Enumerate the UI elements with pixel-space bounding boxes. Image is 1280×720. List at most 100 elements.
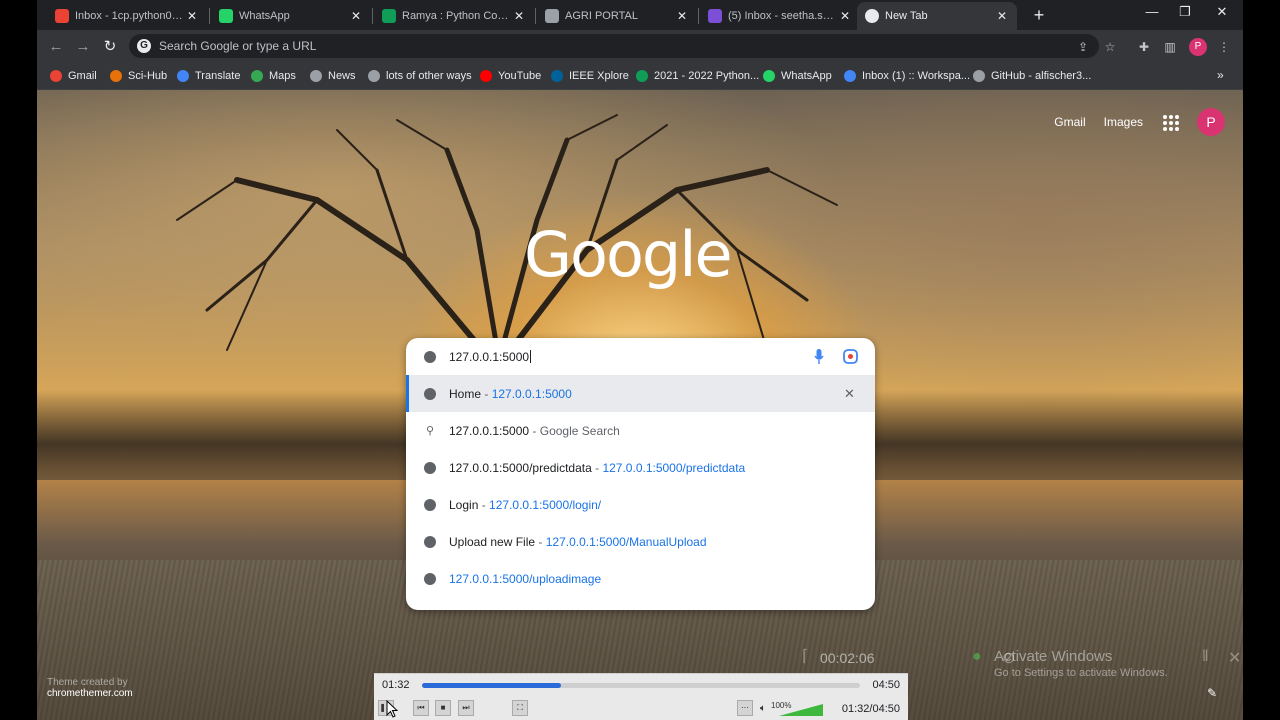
reload-icon[interactable]: ↻ bbox=[99, 36, 121, 58]
playlist-button[interactable]: ⋯ bbox=[737, 700, 753, 716]
media-player-controls: 01:32 04:50 ❚❚ ⏮ ■ ⏭ ⛶ ⋯ 🔈︎ 100% 01:32/0… bbox=[374, 673, 908, 720]
address-bar[interactable]: G Search Google or type a URL bbox=[129, 34, 1099, 58]
close-icon[interactable]: ✕ bbox=[838, 9, 852, 23]
bookmark-python-sheet[interactable]: 2021 - 2022 Python... bbox=[636, 68, 759, 84]
new-tab-page: Gmail Images P Google 127.0.0.1:5000 Hom… bbox=[37, 90, 1243, 720]
bookmark-news[interactable]: News bbox=[310, 68, 356, 84]
google-icon: G bbox=[137, 39, 151, 53]
bookmark-star-icon[interactable]: ☆ bbox=[1101, 38, 1119, 56]
new-tab-button[interactable]: + bbox=[1027, 4, 1051, 26]
close-icon[interactable]: ✕ bbox=[349, 9, 363, 23]
forward-icon[interactable]: → bbox=[72, 36, 94, 58]
tab-separator bbox=[372, 8, 373, 24]
ieee-icon bbox=[551, 70, 563, 82]
theme-credit: Theme created by chromethemer.com bbox=[47, 677, 133, 699]
volume-slider[interactable] bbox=[779, 704, 823, 716]
tab-title: (5) Inbox - seetha.s@di bbox=[728, 10, 838, 22]
ntp-header-links: Gmail Images P bbox=[1054, 108, 1225, 136]
bookmark-inbox-workspace[interactable]: Inbox (1) :: Workspa... bbox=[844, 68, 970, 84]
suggestion-url: 127.0.0.1:5000/uploadimage bbox=[449, 571, 602, 586]
tab-title: New Tab bbox=[885, 10, 928, 22]
bookmark-label: 2021 - 2022 Python... bbox=[654, 70, 760, 82]
gmail-icon bbox=[50, 70, 62, 82]
bookmark-sci-hub[interactable]: Sci-Hub bbox=[110, 68, 167, 84]
close-icon[interactable]: ✕ bbox=[185, 9, 199, 23]
suggestion-google-search[interactable]: ⚲ 127.0.0.1:5000 - Google Search bbox=[406, 412, 875, 449]
total-time: 04:50 bbox=[872, 679, 900, 691]
watermark-title: Activate Windows bbox=[994, 648, 1113, 665]
google-lens-icon[interactable] bbox=[843, 349, 858, 364]
tab-4[interactable]: (5) Inbox - seetha.s@di ✕ bbox=[700, 2, 860, 30]
images-link[interactable]: Images bbox=[1104, 115, 1143, 129]
pause-overlay-icon: ‖ bbox=[1202, 648, 1209, 665]
globe-icon bbox=[424, 350, 436, 363]
restore-icon[interactable]: ❐ bbox=[1170, 4, 1200, 20]
bookmark-ieee-xplore[interactable]: IEEE Xplore bbox=[551, 68, 629, 84]
bookmark-lots-of-other-ways[interactable]: lots of other ways bbox=[368, 68, 472, 84]
previous-button[interactable]: ⏮ bbox=[413, 700, 429, 716]
theme-credit-link[interactable]: chromethemer.com bbox=[47, 688, 133, 699]
tab-title: AGRI PORTAL bbox=[565, 10, 638, 22]
youtube-icon bbox=[480, 70, 492, 82]
customize-pencil-icon[interactable]: ✎ bbox=[1207, 686, 1221, 700]
tab-3[interactable]: AGRI PORTAL ✕ bbox=[537, 2, 697, 30]
tab-1[interactable]: WhatsApp ✕ bbox=[211, 2, 371, 30]
tab-2[interactable]: Ramya : Python Comm ✕ bbox=[374, 2, 534, 30]
recorder-time: 00:02:06 bbox=[820, 650, 875, 666]
bookmark-github[interactable]: GitHub - alfischer3... bbox=[973, 68, 1091, 84]
bookmark-translate[interactable]: Translate bbox=[177, 68, 240, 84]
close-icon[interactable]: ✕ bbox=[512, 9, 526, 23]
microphone-icon[interactable] bbox=[814, 349, 824, 365]
close-icon[interactable]: ✕ bbox=[675, 9, 689, 23]
address-bar-placeholder: Search Google or type a URL bbox=[159, 39, 317, 53]
extensions-icon[interactable]: ✚ bbox=[1135, 38, 1153, 56]
watermark-subtitle: Go to Settings to activate Windows. bbox=[994, 667, 1168, 679]
suggestion-url: 127.0.0.1:5000/login/ bbox=[489, 497, 602, 512]
bookmark-label: Inbox (1) :: Workspa... bbox=[862, 70, 971, 82]
tab-0[interactable]: Inbox - 1cp.python02@ ✕ bbox=[47, 2, 207, 30]
bookmarks-bar: Gmail Sci-Hub Translate Maps News lots o… bbox=[37, 62, 1243, 90]
mic-overlay-icon: ● bbox=[972, 648, 982, 665]
globe-icon bbox=[368, 70, 380, 82]
suggestion-home[interactable]: Home - 127.0.0.1:5000 ✕ bbox=[406, 375, 875, 412]
gmail-link[interactable]: Gmail bbox=[1054, 115, 1085, 129]
github-icon bbox=[973, 70, 985, 82]
globe-icon bbox=[424, 535, 436, 548]
bookmark-gmail[interactable]: Gmail bbox=[50, 68, 97, 84]
window-close-icon[interactable]: ✕ bbox=[1207, 4, 1237, 20]
search-suggestions-dropdown: 127.0.0.1:5000 Home - 127.0.0.1:5000 ✕ ⚲ bbox=[406, 338, 875, 610]
fullscreen-button[interactable]: ⛶ bbox=[512, 700, 528, 716]
menu-kebab-icon[interactable]: ⋮ bbox=[1215, 38, 1233, 56]
suggestion-predictdata[interactable]: 127.0.0.1:5000/predictdata - 127.0.0.1:5… bbox=[406, 449, 875, 486]
minimize-icon[interactable]: — bbox=[1137, 4, 1167, 19]
suggestion-uploadimage[interactable]: 127.0.0.1:5000/uploadimage bbox=[406, 560, 875, 597]
bookmark-whatsapp[interactable]: WhatsApp bbox=[763, 68, 832, 84]
close-icon[interactable]: ✕ bbox=[995, 9, 1009, 23]
tab-title: Ramya : Python Comm bbox=[402, 10, 512, 22]
globe-icon bbox=[424, 572, 436, 585]
seek-bar[interactable] bbox=[422, 683, 860, 688]
share-icon[interactable]: ⇪ bbox=[1074, 38, 1092, 56]
profile-avatar[interactable]: P bbox=[1189, 38, 1207, 56]
globe-icon bbox=[424, 498, 436, 511]
bookmark-maps[interactable]: Maps bbox=[251, 68, 296, 84]
chevron-more-icon[interactable]: » bbox=[1217, 68, 1224, 82]
apps-grid-icon[interactable] bbox=[1161, 113, 1179, 131]
bookmark-youtube[interactable]: YouTube bbox=[480, 68, 541, 84]
stop-button[interactable]: ■ bbox=[435, 700, 451, 716]
theme-credit-label: Theme created by bbox=[47, 677, 128, 688]
seek-bar-fill bbox=[422, 683, 561, 688]
gmail-favicon-icon bbox=[55, 9, 69, 23]
bookmark-label: IEEE Xplore bbox=[569, 70, 629, 82]
tab-5-active[interactable]: New Tab ✕ bbox=[857, 2, 1017, 30]
search-box[interactable]: 127.0.0.1:5000 bbox=[406, 338, 875, 375]
back-icon[interactable]: ← bbox=[45, 36, 67, 58]
side-panel-icon[interactable]: ▥ bbox=[1161, 38, 1179, 56]
account-avatar[interactable]: P bbox=[1197, 108, 1225, 136]
search-input[interactable]: 127.0.0.1:5000 bbox=[449, 350, 531, 364]
suggestion-login[interactable]: Login - 127.0.0.1:5000/login/ bbox=[406, 486, 875, 523]
next-button[interactable]: ⏭ bbox=[458, 700, 474, 716]
suggestion-upload-new-file[interactable]: Upload new File - 127.0.0.1:5000/ManualU… bbox=[406, 523, 875, 560]
remove-suggestion-icon[interactable]: ✕ bbox=[844, 386, 855, 402]
suggestion-separator: - bbox=[591, 460, 603, 475]
